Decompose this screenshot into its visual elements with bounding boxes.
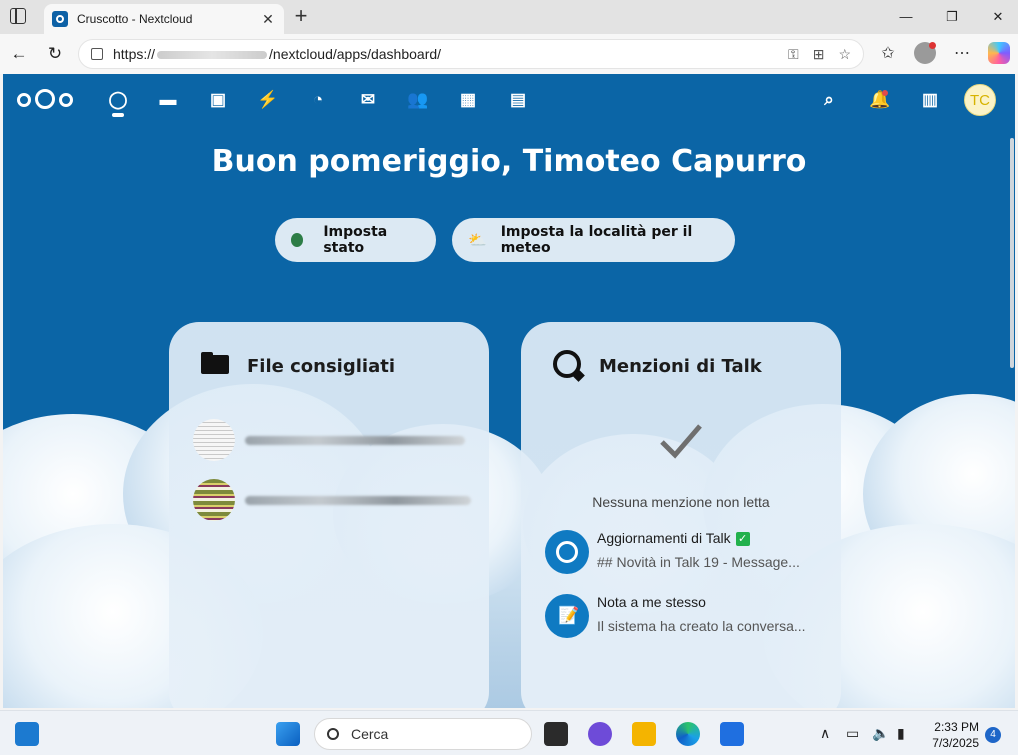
conversation-title: Aggiornamenti di Talk ✓ [597,530,750,547]
edge-icon[interactable] [676,722,700,746]
greeting-title: Buon pomeriggio, Timoteo Capurro [211,144,807,179]
search-icon[interactable]: ⌕ [818,89,840,111]
status-online-icon [291,233,304,247]
profile-alert-icon [929,42,936,49]
taskbar-search[interactable]: Cerca [314,718,532,750]
url-host-redacted [157,51,268,60]
tab-actions-icon[interactable] [10,8,26,24]
recommended-files-widget: File consigliati [169,322,489,708]
address-bar[interactable]: https:///nextcloud/apps/dashboard/ ⚿ ⊞ ☆ [78,39,864,69]
system-clock[interactable]: 2:33 PM 7/3/2025 [925,719,979,751]
network-icon[interactable]: ▭ [846,725,859,742]
activity-icon[interactable]: ⚡ [257,89,279,111]
set-weather-label: Imposta la località per il meteo [500,224,693,256]
store-icon[interactable] [720,722,744,746]
widgets-icon[interactable] [15,722,39,746]
empty-mentions-message: Nessuna menzione non letta [592,494,770,510]
reload-icon[interactable]: ↻ [44,43,66,65]
nextcloud-header: ◯ ▬ ▣ ⚡ ◔ ✉ 👥 ▦ ▤ ⌕ 🔔 ▥ TC [3,74,1015,124]
calendar-icon[interactable]: ▦ [457,89,479,111]
conversation-item[interactable]: Aggiornamenti di Talk ✓ ## Novità in Talk… [545,528,825,576]
nextcloud-logo[interactable] [17,88,79,112]
file-item[interactable] [193,418,473,462]
close-window-button[interactable]: ✕ [986,6,1010,28]
more-menu-icon[interactable]: ⋯ [950,43,974,63]
contacts-menu-icon[interactable]: ▥ [919,89,941,111]
talk-mentions-widget: Menzioni di Talk Nessuna menzione non le… [521,322,841,708]
user-avatar[interactable]: TC [964,84,996,116]
browser-tab[interactable]: Cruscotto - Nextcloud ✕ [44,4,284,34]
background-clouds [3,384,1015,708]
restore-button[interactable]: ❐ [940,6,964,28]
site-info-icon[interactable] [91,48,103,60]
windows-taskbar: Cerca ∧ ▭ 🔈 ▮ 2:33 PM 7/3/2025 4 [0,710,1018,755]
page-scrollbar[interactable] [1009,134,1015,708]
contacts-icon[interactable]: 👥 [407,89,429,111]
file-thumbnail [193,419,235,461]
conversation-title: Nota a me stesso [597,594,706,610]
nextcloud-page: ◯ ▬ ▣ ⚡ ◔ ✉ 👥 ▦ ▤ ⌕ 🔔 ▥ TC Buon pomerigg… [3,74,1015,708]
close-tab-icon[interactable]: ✕ [260,11,276,28]
battery-icon[interactable]: ▮ [897,725,905,742]
browser-toolbar: ← ↻ https:///nextcloud/apps/dashboard/ ⚿… [0,34,1018,74]
key-icon[interactable]: ⚿ [788,46,799,63]
deck-icon[interactable]: ▤ [507,89,529,111]
tab-title: Cruscotto - Nextcloud [77,12,193,26]
url-text: https:///nextcloud/apps/dashboard/ [113,46,442,62]
note-to-self-avatar: 📝 [545,594,589,638]
dashboard-icon[interactable]: ◯ [107,89,129,111]
talk-icon [553,350,581,378]
search-icon [327,728,339,740]
show-hidden-icons[interactable]: ∧ [820,725,830,742]
minimize-button[interactable]: — [894,6,918,28]
active-app-indicator [112,113,124,117]
new-tab-button[interactable]: + [290,4,312,28]
nextcloud-favicon-icon [52,11,68,27]
copilot-icon[interactable] [988,42,1010,64]
widget-title: File consigliati [247,356,395,377]
file-name-redacted [245,435,465,445]
teams-icon[interactable] [588,722,612,746]
back-icon[interactable]: ← [8,43,30,65]
talk-updates-avatar [545,530,589,574]
favorites-icon[interactable]: ✩ [876,43,900,63]
volume-icon[interactable]: 🔈 [872,725,889,742]
conversation-item[interactable]: 📝 Nota a me stesso Il sistema ha creato … [545,592,825,640]
files-icon[interactable]: ▬ [157,89,179,111]
notification-badge[interactable]: 4 [985,727,1001,743]
conversation-preview: ## Novità in Talk 19 - Message... [597,554,800,570]
verified-check-icon: ✓ [735,532,750,547]
widget-title: Menzioni di Talk [599,356,762,377]
file-thumbnail [193,479,235,521]
folder-icon [201,352,229,374]
notification-dot [882,90,888,96]
file-name-redacted [245,495,471,505]
set-status-button[interactable]: Imposta stato [275,218,436,262]
app-available-icon[interactable]: ⊞ [813,46,825,63]
weather-partly-sunny-icon: ⛅ [468,231,487,249]
task-view-icon[interactable] [544,722,568,746]
start-icon[interactable] [276,722,300,746]
favorite-star-icon[interactable]: ☆ [838,46,851,63]
file-explorer-icon[interactable] [632,722,656,746]
set-status-label: Imposta stato [323,224,388,256]
conversation-preview: Il sistema ha creato la conversa... [597,618,806,634]
file-item[interactable] [193,478,473,522]
set-weather-location-button[interactable]: ⛅ Imposta la località per il meteo [452,218,735,262]
photos-icon[interactable]: ▣ [207,89,229,111]
talk-icon[interactable]: ◔ [307,89,329,111]
search-placeholder: Cerca [351,726,389,742]
mail-icon[interactable]: ✉ [357,89,379,111]
checkmark-icon [660,424,702,459]
browser-tab-bar: Cruscotto - Nextcloud ✕ + — ❐ ✕ [0,0,1018,34]
